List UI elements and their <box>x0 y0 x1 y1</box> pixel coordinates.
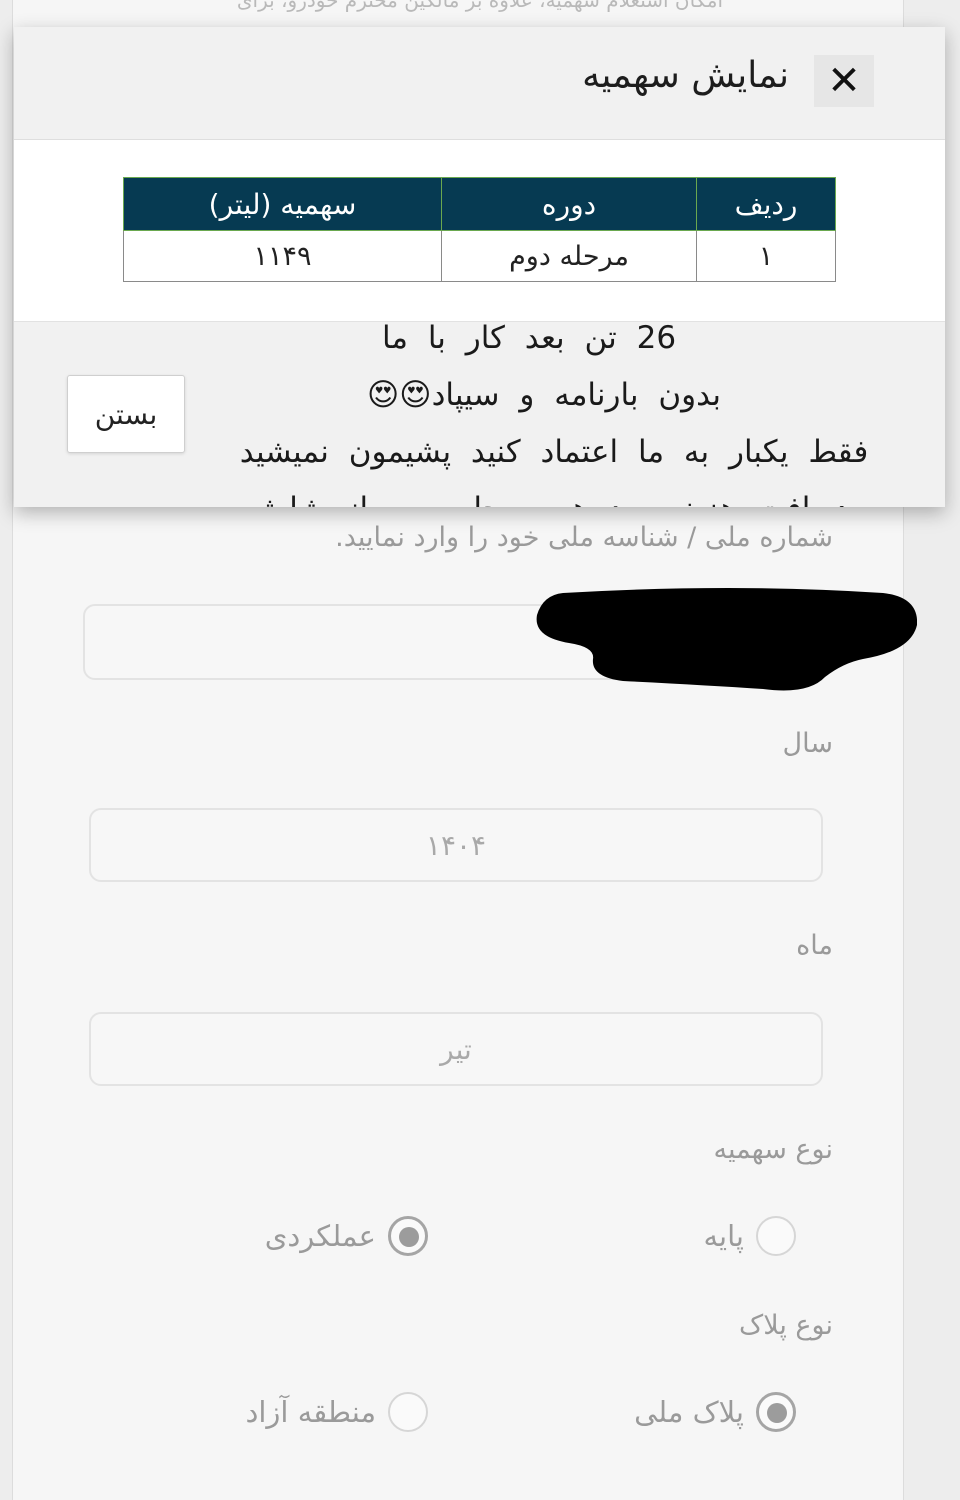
month-field[interactable]: تیر <box>89 1012 823 1086</box>
column-header: ردیف <box>696 177 836 231</box>
form-intro-text: امکان استعلام سهمیه، علاوه بر مالکین محت… <box>236 0 723 12</box>
overlay-text-line: بدون بارنامه و سیپاد😍😍 <box>366 377 722 413</box>
radio-circle-selected[interactable] <box>388 1216 428 1256</box>
radio-label: منطقه آزاد <box>245 1395 376 1429</box>
overlay-text-line: 26 تن بعد کار با ما <box>381 320 677 356</box>
radio-option-free-zone[interactable]: منطقه آزاد <box>245 1392 428 1432</box>
table-cell: ۱۱۴۹ <box>123 230 442 282</box>
radio-label: پایه <box>703 1219 744 1253</box>
table-cell: مرحله دوم <box>441 230 697 282</box>
column-header: دوره <box>441 177 697 231</box>
radio-option-base[interactable]: پایه <box>703 1216 796 1256</box>
redaction-scribble <box>536 588 917 691</box>
radio-option-national-plate[interactable]: پلاک ملی <box>634 1392 796 1432</box>
modal-title: نمایش سهمیه <box>582 55 789 96</box>
column-header: سهمیه (لیتر) <box>123 177 442 231</box>
close-icon[interactable]: ✕ <box>814 55 874 107</box>
quota-type-label: نوع سهمیه <box>713 1134 833 1165</box>
table-row: ۱ مرحله دوم ۱۱۴۹ <box>123 230 836 282</box>
plate-type-label: نوع پلاک <box>739 1310 833 1341</box>
overlay-ad-text: 26 تن بعد کار با ما بدون بارنامه و سیپاد… <box>214 310 894 507</box>
radio-label: عملکردی <box>264 1219 376 1253</box>
month-label: ماه <box>796 930 833 961</box>
close-button[interactable]: بستن <box>67 375 185 453</box>
radio-circle[interactable] <box>388 1392 428 1432</box>
radio-option-performance[interactable]: عملکردی <box>265 1216 428 1256</box>
radio-label: پلاک ملی <box>634 1395 744 1429</box>
overlay-text-line: دریافت هزینه بعد هر مرحله پس از شارژ <box>214 481 894 507</box>
year-label: سال <box>782 728 833 759</box>
radio-circle-selected[interactable] <box>756 1392 796 1432</box>
quota-table: ردیف دوره سهمیه (لیتر) ۱ مرحله دوم ۱۱۴۹ <box>123 177 836 282</box>
table-header-row: ردیف دوره سهمیه (لیتر) <box>123 177 836 231</box>
overlay-text-line: فقط یکبار به ما اعتماد کنید پشیمون نمیشی… <box>239 434 869 470</box>
modal-header: نمایش سهمیه ✕ <box>14 27 945 140</box>
radio-circle[interactable] <box>756 1216 796 1256</box>
year-field[interactable]: ۱۴۰۴ <box>89 808 823 882</box>
table-cell: ۱ <box>696 230 836 282</box>
national-id-label: شماره ملی / شناسه ملی خود را وارد نمایید… <box>335 522 833 553</box>
quota-modal: نمایش سهمیه ✕ ردیف دوره سهمیه (لیتر) ۱ م… <box>14 27 945 507</box>
